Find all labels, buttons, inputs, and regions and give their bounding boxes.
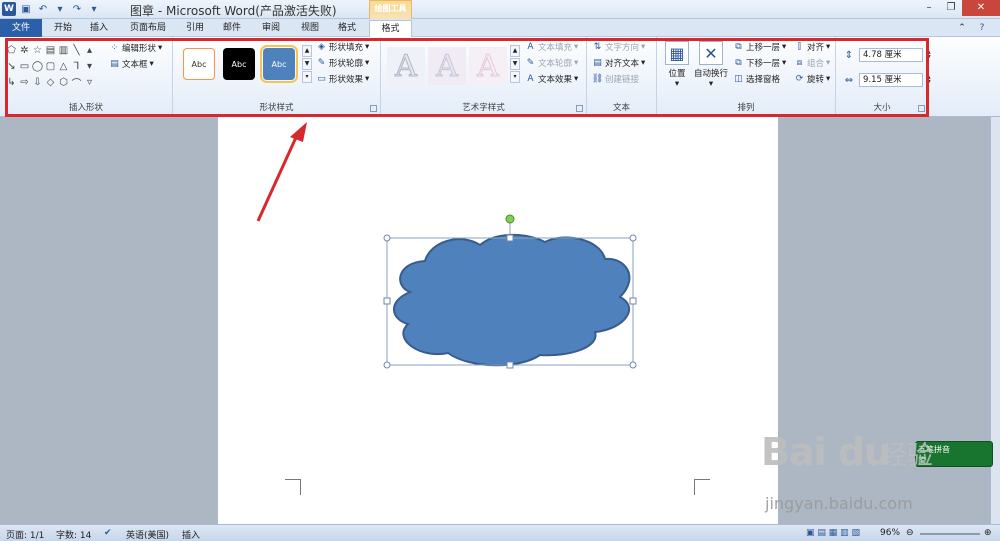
- word-count[interactable]: 字数: 14: [56, 528, 91, 541]
- help-icon[interactable]: ?: [975, 20, 989, 37]
- resize-handle[interactable]: [383, 297, 391, 305]
- tab-insert[interactable]: 插入: [84, 20, 114, 37]
- rotation-handle[interactable]: [505, 214, 515, 224]
- window-title: 图章 - Microsoft Word(产品激活失败): [130, 4, 337, 18]
- tab-references[interactable]: 引用: [182, 20, 208, 37]
- tab-review[interactable]: 审阅: [258, 20, 284, 37]
- resize-handle[interactable]: [629, 297, 637, 305]
- redo-icon[interactable]: ↷: [70, 2, 84, 16]
- resize-handle[interactable]: [629, 361, 637, 369]
- baidu-watermark: Bai du 经验 jingyan.baidu.com: [743, 430, 958, 525]
- insert-mode[interactable]: 插入: [182, 528, 200, 541]
- tab-file[interactable]: 文件: [0, 19, 42, 37]
- customize-qat-icon[interactable]: ▾: [87, 2, 101, 16]
- title-bar: W ▣ ↶ ▾ ↷ ▾ 图章 - Microsoft Word(产品激活失败) …: [0, 0, 1000, 19]
- cloud-shape[interactable]: [393, 233, 631, 367]
- save-icon[interactable]: ▣: [19, 2, 33, 16]
- ribbon-highlight-box: [5, 38, 929, 117]
- proofing-icon[interactable]: ✔: [104, 528, 112, 538]
- cloud-shape-body[interactable]: [393, 233, 631, 367]
- zoom-out-icon[interactable]: ⊖: [906, 528, 914, 538]
- zoom-slider[interactable]: [920, 533, 980, 535]
- jingyan-text: 经验: [881, 441, 934, 471]
- language-indicator[interactable]: 英语(美国): [126, 528, 169, 541]
- undo-icon[interactable]: ↶: [36, 2, 50, 16]
- drawing-tools-label: 绘图工具: [374, 4, 407, 13]
- watermark-url: jingyan.baidu.com: [765, 494, 913, 513]
- resize-handle[interactable]: [383, 234, 391, 242]
- baidu-logo: Bai du: [761, 430, 891, 474]
- resize-handle[interactable]: [629, 234, 637, 242]
- zoom-level[interactable]: 96%: [880, 528, 900, 538]
- tab-home[interactable]: 开始: [48, 20, 78, 37]
- minimize-ribbon-icon[interactable]: ⌃: [955, 20, 969, 37]
- tab-mailings[interactable]: 邮件: [219, 20, 245, 37]
- resize-handle[interactable]: [506, 234, 514, 242]
- tab-page-layout[interactable]: 页面布局: [126, 20, 170, 37]
- word-logo-icon[interactable]: W: [2, 2, 16, 16]
- restore-button[interactable]: ❐: [940, 0, 962, 16]
- resize-handle[interactable]: [506, 361, 514, 369]
- ribbon-tabs: 文件 开始 插入 页面布局 引用 邮件 审阅 视图 格式 格式 ⌃ ?: [0, 19, 1000, 38]
- red-arrow-annotation: [256, 122, 307, 222]
- view-buttons-icon[interactable]: ▣ ▤ ▦ ▥ ▧: [806, 528, 860, 538]
- close-button[interactable]: ✕: [962, 0, 1000, 16]
- tab-view[interactable]: 视图: [297, 20, 323, 37]
- window-controls: – ❐ ✕: [918, 0, 1000, 16]
- zoom-in-icon[interactable]: ⊕: [984, 528, 992, 538]
- resize-handle[interactable]: [383, 361, 391, 369]
- quick-access-toolbar: W ▣ ↶ ▾ ↷ ▾: [2, 1, 101, 17]
- tab-format-text[interactable]: 格式: [334, 20, 360, 37]
- minimize-button[interactable]: –: [918, 0, 940, 16]
- tab-format[interactable]: 格式: [369, 20, 412, 38]
- status-bar: 页面: 1/1 字数: 14 ✔ 英语(美国) 插入 ▣ ▤ ▦ ▥ ▧ 96%…: [0, 524, 1000, 541]
- page-count[interactable]: 页面: 1/1: [6, 528, 44, 541]
- chevron-down-icon[interactable]: ▾: [53, 2, 67, 16]
